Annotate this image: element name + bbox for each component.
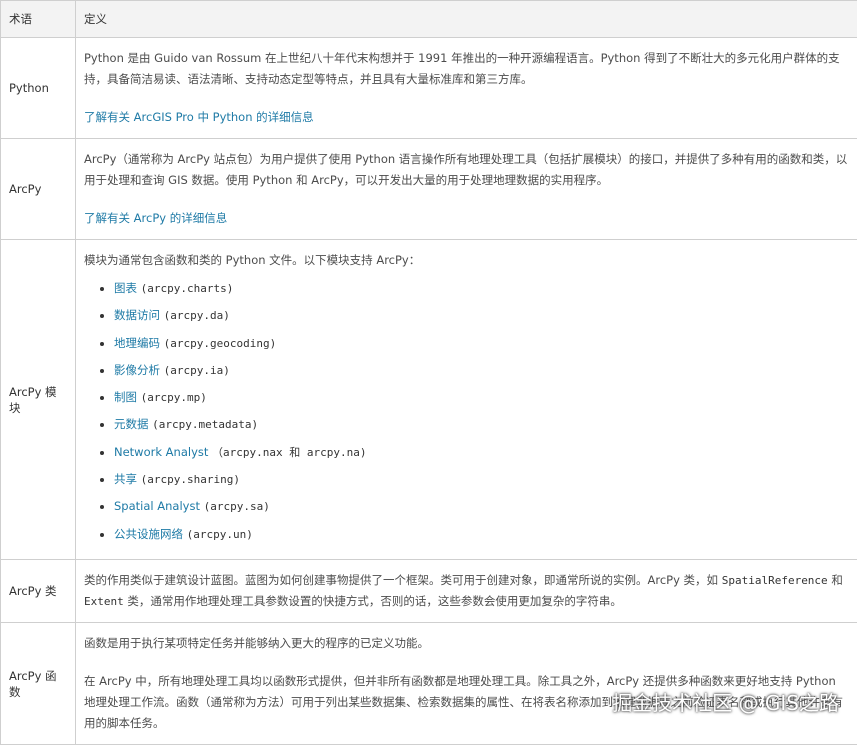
module-code: (arcpy.ia) [164, 364, 230, 377]
module-item: 地理编码 (arcpy.geocoding) [114, 330, 849, 357]
term-arcpy-classes: ArcPy 类 [1, 560, 76, 623]
module-item: 制图 (arcpy.mp) [114, 384, 849, 411]
module-code: (arcpy.charts) [141, 282, 234, 295]
table-row-functions: ArcPy 函数 函数是用于执行某项特定任务并能够纳入更大的程序的已定义功能。 … [1, 623, 857, 745]
glossary-table: 术语 定义 Python Python 是由 Guido van Rossum … [0, 0, 857, 745]
term-arcpy: ArcPy [1, 139, 76, 240]
python-description: Python 是由 Guido van Rossum 在上世纪八十年代末构想并于… [84, 48, 849, 90]
module-item: Network Analyst （arcpy.nax 和 arcpy.na) [114, 439, 849, 466]
module-code: （arcpy.nax 和 arcpy.na) [212, 446, 366, 459]
table-row-modules: ArcPy 模块 模块为通常包含函数和类的 Python 文件。以下模块支持 A… [1, 240, 857, 560]
term-arcpy-modules: ArcPy 模块 [1, 240, 76, 560]
classes-description: 类的作用类似于建筑设计蓝图。蓝图为如何创建事物提供了一个框架。类可用于创建对象，… [84, 570, 849, 612]
module-item: 影像分析 (arcpy.ia) [114, 357, 849, 384]
definition-arcpy-modules: 模块为通常包含函数和类的 Python 文件。以下模块支持 ArcPy： 图表 … [76, 240, 857, 560]
module-code: (arcpy.sa) [204, 500, 270, 513]
module-code: (arcpy.mp) [141, 391, 207, 404]
module-link[interactable]: 图表 [114, 281, 137, 295]
term-arcpy-functions: ArcPy 函数 [1, 623, 76, 745]
definition-arcpy: ArcPy（通常称为 ArcPy 站点包）为用户提供了使用 Python 语言操… [76, 139, 857, 240]
watermark: 掘金技术社区 @ GIS之路 [612, 687, 839, 716]
module-link[interactable]: 地理编码 [114, 336, 160, 350]
module-link[interactable]: 公共设施网络 [114, 527, 183, 541]
arcpy-details-link[interactable]: 了解有关 ArcPy 的详细信息 [84, 211, 227, 225]
class-code-spatialreference: SpatialReference [722, 574, 828, 587]
header-term: 术语 [1, 1, 76, 38]
module-code: (arcpy.un) [187, 528, 253, 541]
module-code: (arcpy.sharing) [141, 473, 240, 486]
module-item: 图表 (arcpy.charts) [114, 275, 849, 302]
module-link[interactable]: 共享 [114, 472, 137, 486]
functions-intro: 函数是用于执行某项特定任务并能够纳入更大的程序的已定义功能。 [84, 633, 849, 654]
table-header-row: 术语 定义 [1, 1, 857, 38]
class-code-extent: Extent [84, 595, 124, 608]
term-python: Python [1, 38, 76, 139]
module-item: Spatial Analyst (arcpy.sa) [114, 493, 849, 520]
module-item: 公共设施网络 (arcpy.un) [114, 521, 849, 548]
table-row-classes: ArcPy 类 类的作用类似于建筑设计蓝图。蓝图为如何创建事物提供了一个框架。类… [1, 560, 857, 623]
table-row-python: Python Python 是由 Guido van Rossum 在上世纪八十… [1, 38, 857, 139]
arcpy-description: ArcPy（通常称为 ArcPy 站点包）为用户提供了使用 Python 语言操… [84, 149, 849, 191]
definition-arcpy-classes: 类的作用类似于建筑设计蓝图。蓝图为如何创建事物提供了一个框架。类可用于创建对象，… [76, 560, 857, 623]
module-link[interactable]: Spatial Analyst [114, 499, 200, 513]
definition-arcpy-functions: 函数是用于执行某项特定任务并能够纳入更大的程序的已定义功能。 在 ArcPy 中… [76, 623, 857, 745]
module-link[interactable]: 数据访问 [114, 308, 160, 322]
module-item: 元数据 (arcpy.metadata) [114, 411, 849, 438]
module-link[interactable]: Network Analyst [114, 445, 208, 459]
python-details-link[interactable]: 了解有关 ArcGIS Pro 中 Python 的详细信息 [84, 110, 314, 124]
module-item: 数据访问 (arcpy.da) [114, 302, 849, 329]
table-row-arcpy: ArcPy ArcPy（通常称为 ArcPy 站点包）为用户提供了使用 Pyth… [1, 139, 857, 240]
module-code: (arcpy.da) [164, 309, 230, 322]
modules-intro: 模块为通常包含函数和类的 Python 文件。以下模块支持 ArcPy： [84, 250, 849, 271]
module-item: 共享 (arcpy.sharing) [114, 466, 849, 493]
module-link[interactable]: 制图 [114, 390, 137, 404]
module-list: 图表 (arcpy.charts) 数据访问 (arcpy.da) 地理编码 (… [84, 275, 849, 548]
header-definition: 定义 [76, 1, 857, 38]
module-code: (arcpy.metadata) [152, 418, 258, 431]
module-link[interactable]: 元数据 [114, 417, 149, 431]
definition-python: Python 是由 Guido van Rossum 在上世纪八十年代末构想并于… [76, 38, 857, 139]
module-link[interactable]: 影像分析 [114, 363, 160, 377]
module-code: (arcpy.geocoding) [164, 337, 277, 350]
